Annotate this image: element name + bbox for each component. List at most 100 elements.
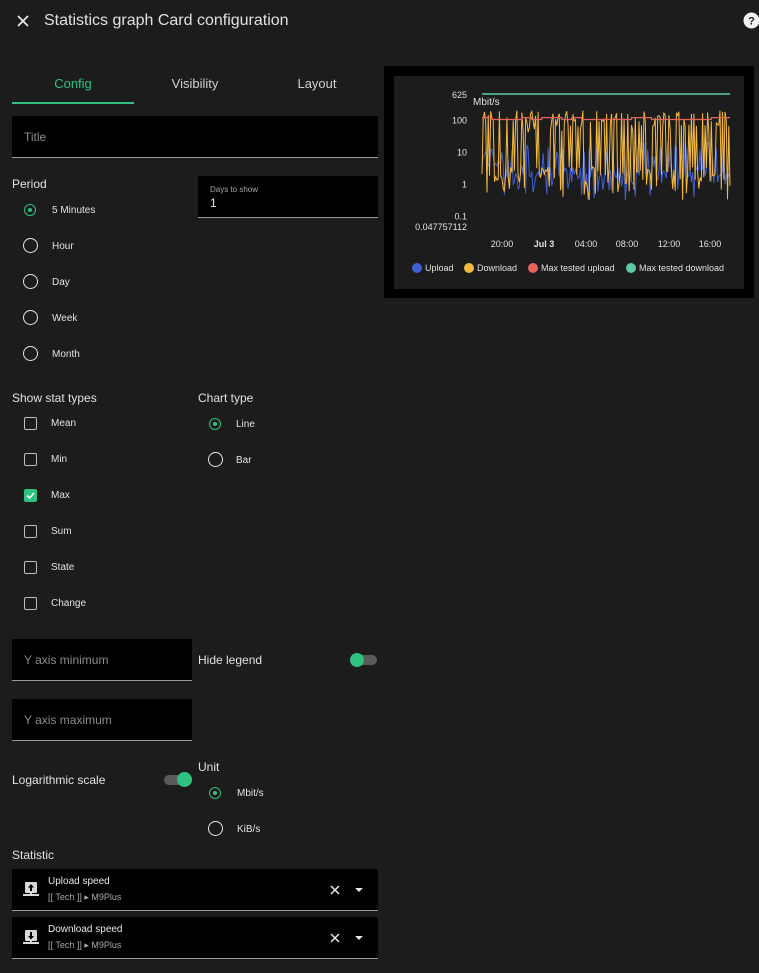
dialog-title: Statistics graph Card configuration (44, 12, 289, 29)
stat-type-change[interactable]: Change (24, 597, 174, 613)
statistic-picker[interactable]: Download speed [[ Tech ]] ▸ M9Plus (12, 917, 378, 959)
statistics-chart: Mbit/s 625 100 10 1 0.10.047757112 20:00 Jul 3 0… (412, 90, 731, 273)
chart-type-radio[interactable] (209, 418, 221, 430)
stat-type-label: Min (51, 454, 68, 465)
stat-type-mean[interactable]: Mean (24, 417, 174, 433)
y-tick-label: 100 (452, 116, 467, 126)
stat-type-checkbox[interactable] (24, 417, 37, 430)
x-tick-label: 20:00 (491, 239, 514, 249)
period-option-label: Hour (52, 241, 74, 252)
stat-type-label: Mean (51, 418, 77, 429)
chart-type-label: Bar (236, 455, 252, 466)
clear-statistic-button[interactable] (328, 931, 342, 945)
stat-type-checkbox[interactable] (24, 453, 37, 466)
period-option-week[interactable]: Week (23, 310, 174, 327)
upload-icon (23, 881, 39, 897)
x-tick-label: Jul 3 (534, 239, 555, 249)
stat-type-checkbox[interactable] (24, 525, 37, 538)
tab-visibility[interactable]: Visibility (134, 76, 256, 91)
legend-label[interactable]: Download (477, 263, 517, 273)
clear-statistic-button[interactable] (328, 883, 342, 897)
chart-card: Mbit/s 625 100 10 1 0.1 0.047757112 20:00 Jul 3 0… (394, 76, 744, 289)
y-tick-label: 0.1 (454, 212, 467, 222)
chart-type-radio[interactable] (208, 452, 223, 467)
stat-type-label: Sum (51, 526, 72, 537)
chart-type-label: Line (236, 419, 255, 430)
log-scale-label: Logarithmic scale (12, 773, 106, 787)
days-to-show-input[interactable]: Days to show 1 (198, 176, 378, 218)
unit-option-label: Mbit/s (237, 788, 264, 799)
period-option-label: Month (52, 349, 80, 360)
unit-radio[interactable] (208, 821, 223, 836)
help-icon: ? (743, 12, 759, 29)
svg-text:?: ? (748, 16, 755, 28)
period-option-day[interactable]: Day (23, 274, 174, 291)
stat-type-max[interactable]: Max (24, 489, 174, 505)
period-option-label: Week (52, 313, 78, 324)
statistic-name: Download speed (48, 924, 123, 935)
y-axis-max-input[interactable]: Y axis maximum (12, 699, 192, 741)
tab-indicator (12, 102, 134, 104)
chevron-down-icon (355, 887, 363, 892)
y-tick-label: 1 (462, 180, 467, 190)
stat-type-label: Change (51, 598, 87, 609)
close-button[interactable] (12, 10, 34, 32)
chart-type-option-bar[interactable]: Bar (208, 452, 329, 469)
period-radio[interactable] (23, 274, 38, 289)
unit-option-label: KiB/s (237, 824, 261, 835)
y-axis-min-input[interactable]: Y axis minimum (12, 639, 192, 681)
close-icon (330, 933, 340, 943)
legend-label[interactable]: Max tested upload (541, 263, 615, 273)
period-option-5-minutes[interactable]: 5 Minutes (24, 203, 174, 219)
period-radio[interactable] (23, 310, 38, 325)
hide-legend-knob (350, 653, 364, 667)
stat-type-sum[interactable]: Sum (24, 525, 174, 541)
period-radio[interactable] (23, 238, 38, 253)
days-to-show-label: Days to show (210, 185, 259, 194)
period-option-hour[interactable]: Hour (23, 238, 174, 255)
hide-legend-label: Hide legend (198, 653, 263, 667)
period-option-label: 5 Minutes (52, 205, 96, 216)
chart-unit-label: Mbit/s (473, 97, 500, 108)
legend-marker (464, 263, 474, 273)
statistic-picker[interactable]: Upload speed [[ Tech ]] ▸ M9Plus (12, 869, 378, 911)
log-scale-toggle[interactable] (164, 772, 192, 788)
period-radio[interactable] (23, 346, 38, 361)
help-button[interactable]: ? (743, 12, 759, 29)
unit-option-mbit-s[interactable]: Mbit/s (209, 786, 329, 802)
legend-marker (528, 263, 538, 273)
legend-marker (412, 263, 422, 273)
stat-type-label: State (51, 562, 75, 573)
stat-type-checkbox[interactable] (24, 597, 37, 610)
stat-type-checkbox[interactable] (24, 489, 37, 502)
tab-layout[interactable]: Layout (256, 76, 378, 91)
statistic-dropdown-button[interactable] (352, 931, 366, 945)
title-input[interactable]: Title (12, 116, 378, 158)
x-tick-label: 08:00 (616, 239, 639, 249)
chart-preview: Mbit/s 625 100 10 1 0.1 0.047757112 20:00 Jul 3 0… (384, 66, 754, 298)
stat-types-label: Show stat types (12, 391, 97, 405)
period-option-label: Day (52, 277, 70, 288)
chart-type-label: Chart type (198, 391, 254, 405)
statistic-name: Upload speed (48, 876, 110, 887)
legend-label[interactable]: Upload (425, 263, 454, 273)
period-radio[interactable] (24, 204, 36, 216)
chart-type-option-line[interactable]: Line (209, 417, 329, 433)
log-scale-knob (177, 772, 192, 787)
hide-legend-toggle[interactable] (350, 653, 378, 667)
statistic-source: [[ Tech ]] ▸ M9Plus (48, 940, 122, 950)
title-placeholder: Title (24, 130, 47, 144)
unit-option-kib-s[interactable]: KiB/s (208, 821, 329, 838)
download-icon (23, 929, 39, 945)
close-icon (330, 885, 340, 895)
stat-type-checkbox[interactable] (24, 561, 37, 574)
unit-radio[interactable] (209, 787, 221, 799)
legend-label[interactable]: Max tested download (639, 263, 724, 273)
stat-type-min[interactable]: Min (24, 453, 174, 469)
statistic-source: [[ Tech ]] ▸ M9Plus (48, 892, 122, 902)
tab-config[interactable]: Config (12, 76, 134, 91)
stat-type-state[interactable]: State (24, 561, 174, 577)
y-axis-min-placeholder: Y axis minimum (24, 653, 109, 667)
period-option-month[interactable]: Month (23, 346, 174, 363)
statistic-dropdown-button[interactable] (352, 883, 366, 897)
